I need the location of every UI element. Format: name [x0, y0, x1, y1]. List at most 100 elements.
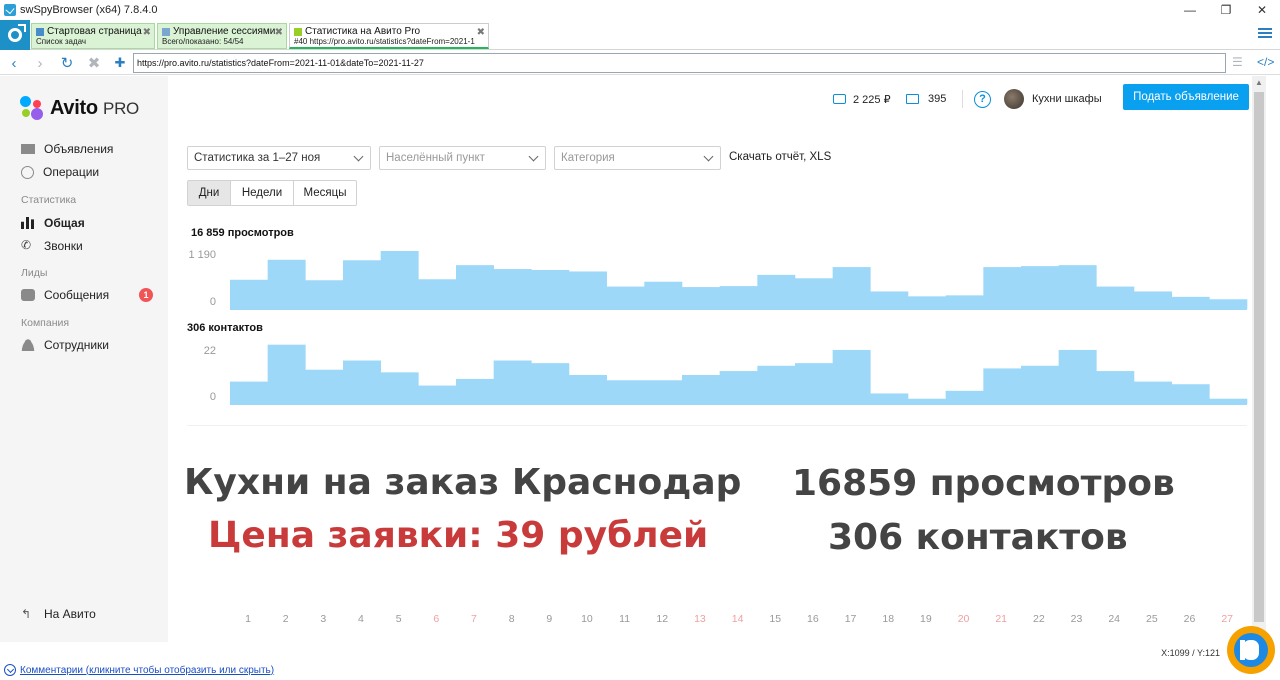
minimize-button[interactable]: — — [1172, 0, 1208, 20]
views-bar[interactable] — [644, 281, 683, 309]
views-bar[interactable] — [569, 271, 607, 309]
forward-arrow-icon[interactable]: › — [30, 53, 50, 73]
tab-start-page[interactable]: Стартовая страница Список задач ✖ — [31, 23, 155, 49]
contacts-bar[interactable] — [418, 385, 457, 404]
contacts-bar[interactable] — [1134, 381, 1172, 404]
contacts-bar[interactable] — [531, 363, 570, 404]
contacts-bar[interactable] — [945, 390, 984, 404]
views-bar[interactable] — [832, 267, 871, 309]
sidebar-item-messages[interactable]: Сообщения — [21, 288, 109, 302]
contacts-bar[interactable] — [1096, 371, 1135, 404]
avito-pro-logo[interactable]: Avito PRO — [20, 96, 139, 120]
stop-icon[interactable]: ✖ — [84, 53, 104, 73]
list-icon[interactable]: ☰ — [1232, 55, 1243, 69]
contacts-bar[interactable] — [456, 378, 494, 404]
contacts-bar[interactable] — [230, 381, 268, 404]
contacts-bar[interactable] — [305, 369, 344, 404]
views-bar[interactable] — [1134, 291, 1172, 309]
day-label: 17 — [844, 613, 857, 625]
phone-icon: ✆ — [21, 238, 32, 252]
bar-chart-icon — [21, 217, 34, 229]
close-tab-icon[interactable]: ✖ — [477, 27, 485, 38]
divider — [187, 425, 1247, 426]
hamburger-menu-icon[interactable] — [1258, 28, 1272, 38]
day-label: 21 — [995, 613, 1008, 625]
contacts-bar[interactable] — [267, 344, 306, 404]
pin-icon[interactable]: ✚ — [110, 53, 130, 73]
close-button[interactable]: ✕ — [1244, 0, 1280, 20]
contacts-bar[interactable] — [795, 363, 833, 404]
contacts-bar[interactable] — [832, 349, 871, 404]
views-bar[interactable] — [795, 278, 833, 309]
views-bar[interactable] — [1171, 296, 1210, 309]
comments-toggle-label: Комментарии (кликните чтобы отобразить и… — [20, 664, 275, 676]
views-bar[interactable] — [870, 291, 909, 309]
contacts-bar[interactable] — [983, 368, 1022, 404]
views-bar[interactable] — [531, 270, 570, 309]
sidebar-item-label: Общая — [44, 216, 85, 230]
back-arrow-icon[interactable]: ‹ — [4, 53, 24, 73]
sidebar-item-ads[interactable]: Объявления — [21, 142, 113, 156]
close-tab-icon[interactable]: ✖ — [275, 27, 283, 38]
sidebar-item-operations[interactable]: Операции — [21, 165, 99, 179]
channel-logo-icon — [1227, 626, 1275, 674]
contacts-bar[interactable] — [682, 375, 720, 404]
contacts-bar[interactable] — [757, 365, 796, 404]
day-label: 10 — [581, 613, 593, 625]
tab-sessions[interactable]: Управление сессиями Всего/показано: 54/5… — [157, 23, 287, 49]
tab-subtitle: Всего/показано: 54/54 — [162, 37, 244, 46]
sidebar-item-calls[interactable]: ✆ Звонки — [21, 239, 83, 253]
sidebar-item-general[interactable]: Общая — [21, 216, 85, 230]
contacts-bar[interactable] — [719, 371, 758, 404]
address-bar[interactable]: https://pro.avito.ru/statistics?dateFrom… — [133, 53, 1226, 73]
views-bar[interactable] — [418, 279, 457, 309]
sidebar-item-employees[interactable]: Сотрудники — [21, 338, 109, 352]
day-label: 6 — [433, 613, 440, 625]
contacts-bar[interactable] — [1171, 384, 1210, 404]
contacts-bar[interactable] — [606, 380, 645, 404]
browser-logo-icon[interactable] — [0, 20, 30, 50]
sessions-icon — [162, 27, 170, 36]
views-bar[interactable] — [719, 286, 758, 309]
views-bar[interactable] — [606, 286, 645, 309]
maximize-button[interactable]: ❐ — [1208, 0, 1244, 20]
views-bar[interactable] — [983, 267, 1022, 309]
views-bar[interactable] — [230, 279, 268, 309]
day-label: 4 — [358, 613, 364, 625]
arrow-up-left-icon: ↰ — [21, 607, 32, 621]
views-bar[interactable] — [682, 287, 720, 309]
views-bar[interactable] — [267, 259, 306, 309]
contacts-bar[interactable] — [380, 372, 419, 404]
views-bar[interactable] — [1096, 286, 1135, 309]
section-heading-statistics: Статистика — [21, 194, 77, 206]
views-bar[interactable] — [305, 280, 344, 309]
scroll-up-icon[interactable]: ▲ — [1255, 78, 1263, 87]
close-tab-icon[interactable]: ✖ — [143, 27, 151, 38]
views-bar[interactable] — [493, 269, 532, 309]
back-to-avito-link[interactable]: ↰ На Авито — [21, 607, 96, 621]
contacts-bar[interactable] — [569, 375, 607, 404]
contacts-bar[interactable] — [644, 380, 683, 404]
contacts-bar[interactable] — [1021, 365, 1059, 404]
contacts-bar[interactable] — [493, 360, 532, 405]
views-bar[interactable] — [1058, 265, 1097, 309]
views-bar[interactable] — [945, 295, 984, 309]
views-bar[interactable] — [908, 296, 946, 309]
contacts-bar[interactable] — [870, 393, 909, 404]
views-bar[interactable] — [1209, 299, 1248, 309]
code-icon[interactable]: </> — [1257, 55, 1274, 69]
views-bar[interactable] — [343, 260, 381, 309]
contacts-bar[interactable] — [343, 360, 381, 405]
views-bar[interactable] — [380, 251, 419, 309]
page-scrollbar[interactable]: ▲ ▼ — [1252, 76, 1266, 642]
views-bar[interactable] — [1021, 266, 1059, 309]
views-bar[interactable] — [757, 274, 796, 309]
views-bar[interactable] — [456, 265, 494, 309]
tab-avito-stats[interactable]: Статистика на Авито Pro #40 https://pro.… — [289, 23, 489, 49]
contacts-bar[interactable] — [1058, 349, 1097, 404]
reload-icon[interactable]: ↻ — [57, 53, 77, 73]
day-label: 22 — [1033, 613, 1045, 625]
day-label: 20 — [957, 613, 970, 625]
scroll-thumb[interactable] — [1254, 92, 1264, 622]
comments-toggle-link[interactable]: Комментарии (кликните чтобы отобразить и… — [4, 664, 274, 676]
